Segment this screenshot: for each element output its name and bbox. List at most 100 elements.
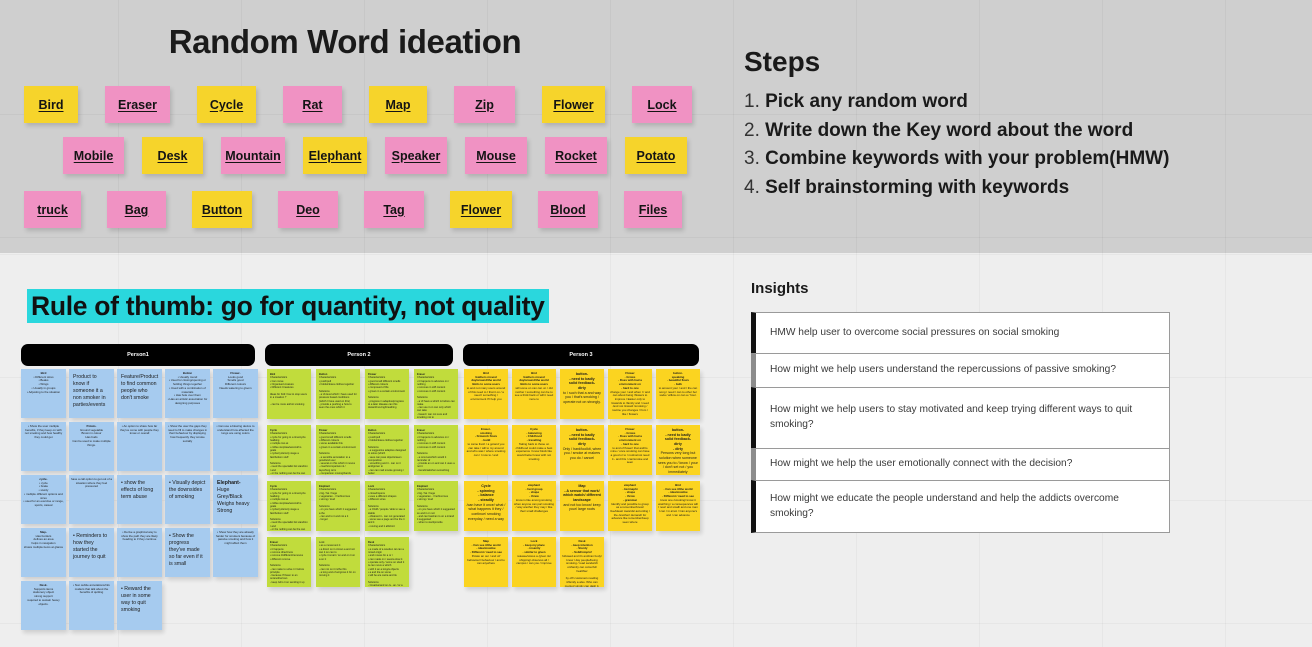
sticky-note[interactable]: Elephant Characteristics • big / fat / hu… — [414, 481, 458, 531]
sticky-note[interactable]: • Show the user the gaps they need to fi… — [165, 422, 210, 471]
random-word-label: Elephant — [308, 148, 362, 163]
sticky-note[interactable]: Flower Characteristics • good smell diffe… — [316, 425, 360, 475]
sticky-note-title: Map - Can see it/the world - idea/creati… — [470, 539, 502, 555]
sticky-note[interactable]: button- - need to badly solid feedback- … — [656, 425, 700, 475]
insight-card[interactable]: How might we help users to stay motivate… — [751, 387, 1170, 449]
page-title: Random Word ideation — [168, 23, 522, 60]
random-word-note[interactable]: Flower — [450, 191, 512, 228]
sticky-note[interactable]: button- speaking - beautiful flows - bul… — [656, 369, 700, 419]
sticky-note[interactable]: Product to know if someone it a non smok… — [69, 369, 114, 418]
sticky-note[interactable]: Flower - Grows - Does with had a environ… — [608, 425, 652, 475]
sticky-note[interactable]: • Derive a graphical way to show the pat… — [117, 528, 162, 577]
insight-card[interactable]: HMW help user to overcome social pressur… — [751, 312, 1170, 354]
sticky-note[interactable]: Bird - Can see it/the world - idea/creat… — [656, 481, 700, 531]
random-word-note[interactable]: Map — [369, 86, 427, 123]
sticky-note[interactable]: Cycle Characteristics • cycle for going t… — [267, 481, 311, 531]
random-word-label: Bag — [124, 202, 149, 217]
sticky-note[interactable]: Map- Has borders defines an area helps in… — [21, 528, 66, 577]
person-column-header[interactable]: Person 2 — [265, 344, 453, 366]
person-column-header[interactable]: Person1 — [21, 344, 255, 366]
random-word-note[interactable]: Eraser — [105, 86, 170, 123]
sticky-note[interactable]: Map - Can see it/the world - idea/creati… — [464, 537, 508, 587]
sticky-note[interactable]: Eraser- smoking - firmwork flows - build… — [464, 425, 508, 475]
sticky-note[interactable]: Feature/Product to find common people wh… — [117, 369, 162, 418]
sticky-note[interactable]: Cycle Characteristics • cycle for going t… — [267, 425, 311, 475]
random-word-note[interactable]: Rat — [283, 86, 342, 123]
sticky-note[interactable]: Bird feathers moved day/around/the world… — [512, 369, 556, 419]
sticky-note[interactable]: Flower - Grows - Does with had a environ… — [608, 369, 652, 419]
random-word-note[interactable]: Lock — [632, 86, 692, 123]
sticky-note[interactable]: • Visually depict the downsides of smoki… — [165, 475, 210, 524]
sticky-note[interactable]: • Reward the user in some way to quit sm… — [117, 581, 162, 630]
random-word-note[interactable]: Cycle — [197, 86, 256, 123]
sticky-note[interactable]: Flower Characteristics • good smell diffe… — [365, 369, 409, 419]
random-word-note[interactable]: Mouse — [465, 137, 527, 174]
sticky-note[interactable]: • Show how they are already harder for s… — [213, 528, 258, 577]
whiteboard-canvas[interactable]: Random Word ideation Bird Eraser Cycle Rat M… — [0, 0, 1312, 647]
sticky-note[interactable]: • Can use a blowing device to understand… — [213, 422, 258, 471]
sticky-note[interactable]: Eraser Characteristics • it happens to ad… — [414, 425, 458, 475]
random-word-note[interactable]: Mobile — [63, 137, 124, 174]
sticky-note[interactable]: Cycle - spinning - balance - steadily/ca… — [464, 481, 508, 531]
sticky-note-body: to and not many users around of this nee… — [466, 385, 506, 402]
sticky-note[interactable]: Desk- Supports items stationery object st… — [21, 581, 66, 630]
sticky-note[interactable]: elephant - Hermaphi - shape - throw - gr… — [608, 481, 652, 531]
sticky-note-title: elephant - Hermaphi - shape - throw - gr… — [622, 483, 638, 502]
sticky-note[interactable]: Desk Characteristics • a made of a wooden… — [365, 537, 409, 587]
random-word-note[interactable]: Zip — [454, 86, 515, 123]
insight-card[interactable]: How might we educate the people understa… — [751, 480, 1170, 533]
sticky-note[interactable]: • Reminders to how they started the jour… — [69, 528, 114, 577]
random-word-label: Rocket — [555, 148, 597, 163]
random-word-note[interactable]: Flower — [542, 86, 605, 123]
random-word-note[interactable]: Button — [192, 191, 252, 228]
sticky-note[interactable]: Potato- Ground vegetable Brown in colour … — [69, 422, 114, 471]
sticky-note[interactable]: Lock • as a movement it • a direct on it… — [316, 537, 360, 587]
random-word-note[interactable]: Potato — [625, 137, 687, 174]
insights-list: HMW help user to overcome social pressur… — [751, 312, 1170, 533]
person-column-header[interactable]: Person 3 — [463, 344, 699, 366]
random-word-note[interactable]: Rocket — [545, 137, 607, 174]
sticky-note[interactable]: Map - A sensor that work/ which watch/ d… — [560, 481, 604, 531]
sticky-note[interactable]: Button Characteristics • push/pull • hold… — [365, 425, 409, 475]
sticky-note[interactable]: Eraser Characteristics • it happens • rem… — [267, 537, 311, 587]
sticky-note[interactable]: • Non subtle annotations/info matters th… — [69, 581, 114, 630]
sticky-note[interactable]: • show the effects of long term abuse — [117, 475, 162, 524]
random-word-note[interactable]: Bag — [107, 191, 166, 228]
sticky-note[interactable]: button- - need to badly solid feedback- … — [560, 369, 604, 419]
sticky-note[interactable]: Desk - keep intention - Sturdy - Solid/s… — [560, 537, 604, 587]
sticky-note[interactable]: • Show the user multiple benefits, if th… — [21, 422, 66, 471]
sticky-note[interactable]: Bird Characteristics • Can move • Organis… — [267, 369, 311, 419]
sticky-note[interactable]: Button Characteristics • push/pull • hold… — [316, 369, 360, 419]
sticky-note[interactable]: Elephant Characteristics • big / fat / hu… — [316, 481, 360, 531]
random-word-note[interactable]: Speaker — [385, 137, 447, 174]
random-word-note[interactable]: Deo — [278, 191, 338, 228]
random-word-note[interactable]: truck — [24, 191, 81, 228]
sticky-note[interactable]: Bird feathers moved day/around/the world… — [464, 369, 508, 419]
random-word-note[interactable]: Desk — [142, 137, 203, 174]
sticky-note[interactable]: • Show the progress they've made so far … — [165, 528, 210, 577]
sticky-note[interactable]: button- - need to badly solid feedback- … — [560, 425, 604, 475]
sticky-note[interactable]: Lock Characteristics • closed/opens • use… — [365, 481, 409, 531]
sticky-note[interactable]: Flower- Looks good Smells good Different … — [213, 369, 258, 418]
sticky-note[interactable]: Eraser Characteristics • it happens to ad… — [414, 369, 458, 419]
random-word-note[interactable]: Elephant — [303, 137, 367, 174]
random-word-note[interactable]: Mountain — [221, 137, 285, 174]
sticky-note[interactable]: Button • Usually round • Used for closing… — [165, 369, 210, 418]
sticky-note[interactable]: Bird • Different sizes • Beaks • Wings • … — [21, 369, 66, 418]
sticky-note[interactable]: Cycle - balancing - Childhood - travelli… — [512, 425, 556, 475]
random-word-note[interactable]: Bird — [24, 86, 78, 123]
random-word-note[interactable]: Blood — [538, 191, 598, 228]
sticky-note-title: Flower - Grows - Does with had a environ… — [618, 371, 642, 390]
random-word-note[interactable]: Tag — [364, 191, 424, 228]
sticky-note[interactable]: have a call option to get out of a situa… — [69, 475, 114, 524]
sticky-note[interactable]: cycle- • cycle • brake • sturdy • multipl… — [21, 475, 66, 524]
sticky-note[interactable]: Elephant- Huge Grey/Black Weighs heavy St… — [213, 475, 258, 524]
random-word-note[interactable]: Files — [624, 191, 682, 228]
step-number: 4. — [744, 176, 760, 198]
sticky-note[interactable]: elephant - herd group - shape - threw kno… — [512, 481, 556, 531]
insight-card[interactable]: How might we help users understand the r… — [751, 353, 1170, 388]
random-word-label: Files — [638, 202, 668, 217]
insight-card[interactable]: How might we help the user emotionally c… — [751, 448, 1170, 481]
sticky-note[interactable]: Lock - keep my place - insanity - simila… — [512, 537, 556, 587]
sticky-note[interactable]: • An option to share how far they've com… — [117, 422, 162, 471]
